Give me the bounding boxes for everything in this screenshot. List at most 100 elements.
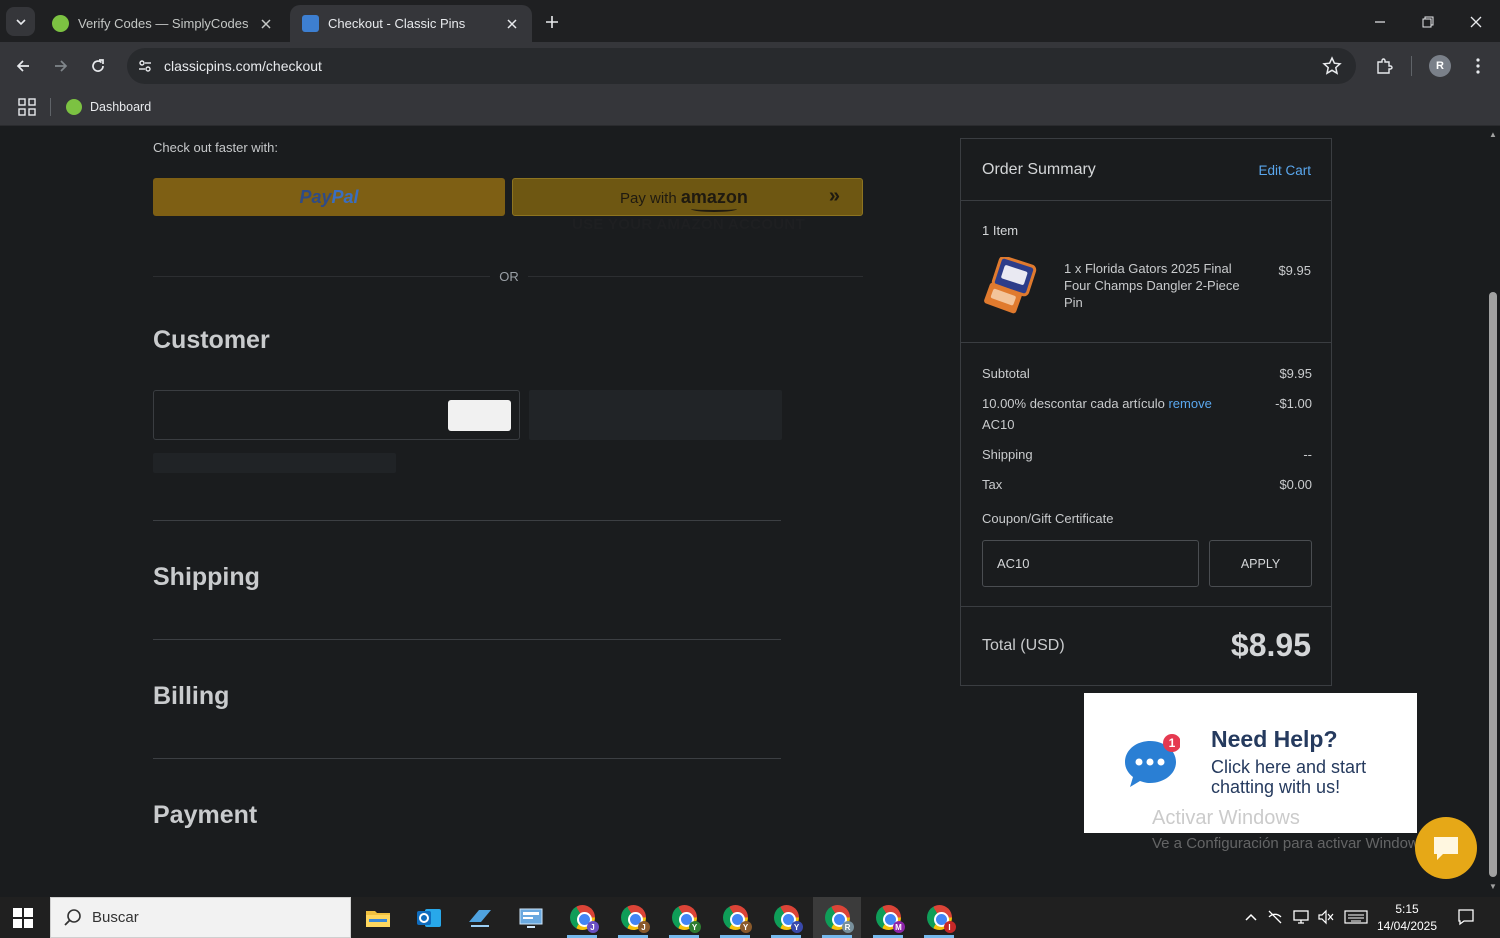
- amazon-logo: amazon: [680, 187, 748, 207]
- scrollbar-thumb[interactable]: [1489, 292, 1497, 877]
- remove-discount-link[interactable]: remove: [1168, 396, 1211, 411]
- profile-badge: R: [841, 921, 854, 933]
- url-text: classicpins.com/checkout: [164, 58, 322, 74]
- email-field[interactable]: [153, 390, 520, 440]
- tab-checkout[interactable]: Checkout - Classic Pins: [290, 5, 532, 42]
- clock-date: 14/04/2025: [1376, 919, 1438, 933]
- restore-button[interactable]: [1413, 8, 1443, 36]
- subtotal-label: Subtotal: [982, 366, 1030, 381]
- browser-toolbar: classicpins.com/checkout: [0, 42, 1500, 90]
- sync-status-button[interactable]: [1265, 907, 1285, 927]
- help-title: Need Help?: [1211, 726, 1338, 752]
- amazon-pay-label: Pay with amazon: [620, 187, 748, 208]
- profile-badge: Y: [688, 921, 701, 933]
- chrome-profile-button[interactable]: Y: [660, 897, 708, 938]
- chrome-icon: I: [926, 905, 956, 933]
- chrome-profile-button[interactable]: J: [609, 897, 657, 938]
- tab-strip: Verify Codes — SimplyCodes Checkout - Cl…: [0, 0, 1500, 42]
- input-language-button[interactable]: [1343, 907, 1369, 927]
- profile-badge: J: [637, 921, 650, 933]
- billing-heading: Billing: [153, 682, 230, 710]
- or-label: OR: [490, 269, 528, 284]
- reload-icon: [92, 59, 104, 72]
- new-tab-button[interactable]: [540, 10, 564, 34]
- chrome-profile-button[interactable]: I: [915, 897, 963, 938]
- checkout-page: Check out faster with: Pay Pal Pay with a…: [0, 127, 1486, 897]
- profile-badge: M: [892, 921, 905, 933]
- monitor-icon: [519, 908, 543, 928]
- windows-start-icon[interactable]: [12, 907, 34, 929]
- volume-button[interactable]: [1316, 907, 1336, 927]
- tray-overflow-button[interactable]: [1241, 907, 1261, 927]
- minimize-icon: [1375, 21, 1385, 23]
- browser-menu-button[interactable]: [1466, 54, 1490, 78]
- forward-button[interactable]: [49, 54, 73, 78]
- taskbar-search[interactable]: Buscar: [50, 897, 351, 938]
- order-summary-title: Order Summary: [982, 161, 1096, 178]
- close-icon[interactable]: [504, 16, 520, 32]
- profile-badge: J: [586, 921, 599, 933]
- tab-search-button[interactable]: [6, 7, 35, 36]
- taskbar-search-placeholder: Buscar: [92, 909, 139, 926]
- bookmark-star-icon[interactable]: [1322, 56, 1342, 76]
- discount-code-row: AC10: [982, 417, 1312, 432]
- product-pin-image: [984, 257, 1037, 314]
- control-panel-button[interactable]: [507, 897, 555, 938]
- taskbar-clock[interactable]: 5:15 14/04/2025: [1372, 901, 1442, 935]
- windows-taskbar: Buscar J J Y Y Y R M I 5:15 14/04/2025: [0, 897, 1500, 938]
- paypal-button[interactable]: Pay Pal: [153, 178, 505, 216]
- tab-simplycodes[interactable]: Verify Codes — SimplyCodes: [40, 5, 286, 42]
- extensions-button[interactable]: [1372, 54, 1396, 78]
- chrome-profile-button[interactable]: R: [813, 897, 861, 938]
- discount-code: AC10: [982, 417, 1015, 432]
- subtotal-value: $9.95: [1279, 366, 1312, 381]
- file-explorer-button[interactable]: [354, 897, 402, 938]
- paypal-logo-pal: Pal: [331, 186, 359, 207]
- close-icon: [1470, 16, 1482, 28]
- reload-button[interactable]: [86, 54, 110, 78]
- minimize-button[interactable]: [1365, 8, 1395, 36]
- chrome-profile-button[interactable]: Y: [711, 897, 759, 938]
- chrome-icon: M: [875, 905, 905, 933]
- shipping-row: Shipping --: [982, 447, 1312, 462]
- chevron-down-icon: [15, 18, 26, 25]
- notifications-button[interactable]: [1456, 907, 1476, 927]
- profile-avatar[interactable]: R: [1429, 55, 1451, 77]
- chat-bubble-icon: 1: [1125, 734, 1180, 787]
- keyboard-icon: [1344, 910, 1368, 924]
- address-bar[interactable]: classicpins.com/checkout: [127, 48, 1356, 84]
- search-icon: [64, 909, 81, 926]
- coupon-input[interactable]: AC10: [982, 540, 1199, 587]
- chrome-icon: J: [569, 905, 599, 933]
- page-scrollbar[interactable]: ▲ ▼: [1486, 127, 1500, 897]
- network-button[interactable]: [1291, 907, 1311, 927]
- chrome-profile-button[interactable]: J: [558, 897, 606, 938]
- product-price: $9.95: [1278, 263, 1311, 278]
- order-summary-header: Order Summary Edit Cart: [961, 139, 1331, 201]
- amazon-pay-button[interactable]: Pay with amazon »: [512, 178, 863, 216]
- back-button[interactable]: [11, 54, 35, 78]
- site-settings-icon[interactable]: [135, 56, 155, 76]
- apps-grid-icon[interactable]: [17, 97, 37, 117]
- apply-coupon-button[interactable]: APPLY: [1209, 540, 1312, 587]
- scroll-down-icon[interactable]: ▼: [1489, 883, 1497, 891]
- section-divider: [153, 639, 781, 640]
- section-divider: [153, 520, 781, 521]
- bookmark-dashboard[interactable]: Dashboard: [66, 96, 151, 118]
- close-window-button[interactable]: [1461, 8, 1491, 36]
- scroll-up-icon[interactable]: ▲: [1489, 131, 1497, 139]
- close-icon[interactable]: [258, 16, 274, 32]
- section-divider: [153, 758, 781, 759]
- chevron-up-icon: [1245, 913, 1257, 921]
- edit-cart-link[interactable]: Edit Cart: [1258, 163, 1311, 178]
- outlook-button[interactable]: [405, 897, 453, 938]
- chrome-profile-button[interactable]: Y: [762, 897, 810, 938]
- product-name: 1 x Florida Gators 2025 Final Four Champ…: [1064, 261, 1240, 310]
- puzzle-icon: [1377, 58, 1393, 74]
- remote-desktop-button[interactable]: [456, 897, 504, 938]
- chat-launcher-button[interactable]: [1415, 817, 1477, 879]
- activate-windows-title: Activar Windows: [1152, 807, 1300, 829]
- continue-button[interactable]: [448, 400, 511, 431]
- chrome-profile-button[interactable]: M: [864, 897, 912, 938]
- chrome-icon: J: [620, 905, 650, 933]
